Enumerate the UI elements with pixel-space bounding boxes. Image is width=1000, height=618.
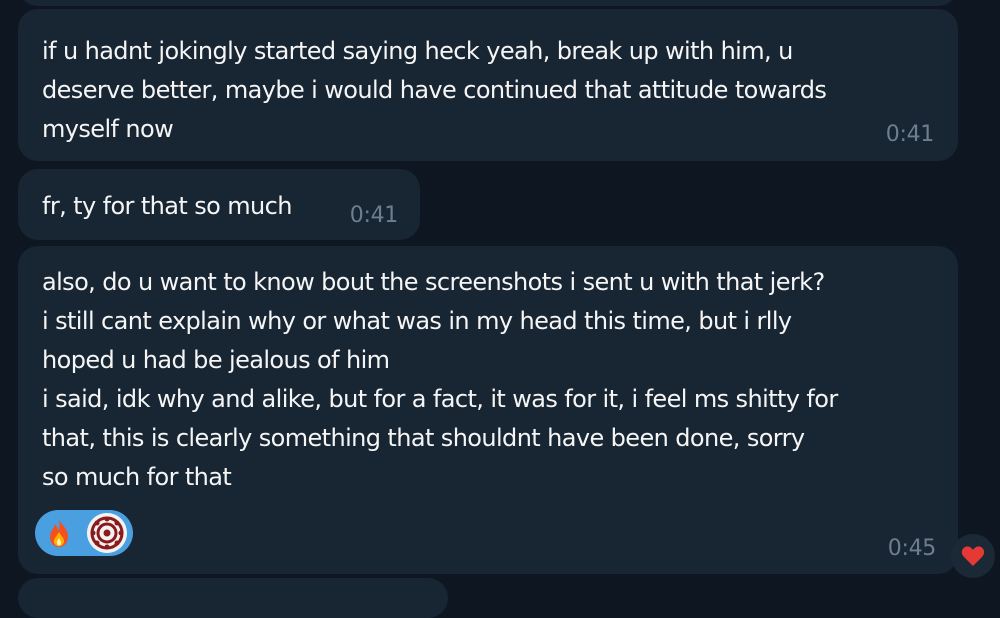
message-time: 0:45 [887, 536, 937, 561]
heart-icon [961, 546, 985, 566]
reaction-pill[interactable] [35, 510, 133, 556]
message-time: 0:41 [885, 122, 935, 147]
message-bubble[interactable]: fr, ty for that so much 0:41 [18, 169, 420, 240]
chat-history: if u hadnt jokingly started saying heck … [0, 0, 1000, 618]
avatar [87, 513, 127, 553]
fire-icon [50, 519, 68, 547]
message-bubble-partial[interactable] [18, 578, 448, 618]
message-time: 0:41 [349, 203, 399, 228]
message-text: if u hadnt jokingly started saying heck … [42, 37, 827, 143]
message-bubble-partial[interactable] [18, 0, 958, 6]
message-bubble[interactable]: also, do u want to know bout the screens… [18, 246, 958, 574]
message-bubble[interactable]: if u hadnt jokingly started saying heck … [18, 9, 958, 161]
message-text: also, do u want to know bout the screens… [42, 268, 838, 491]
heart-reaction-button[interactable] [951, 534, 995, 578]
